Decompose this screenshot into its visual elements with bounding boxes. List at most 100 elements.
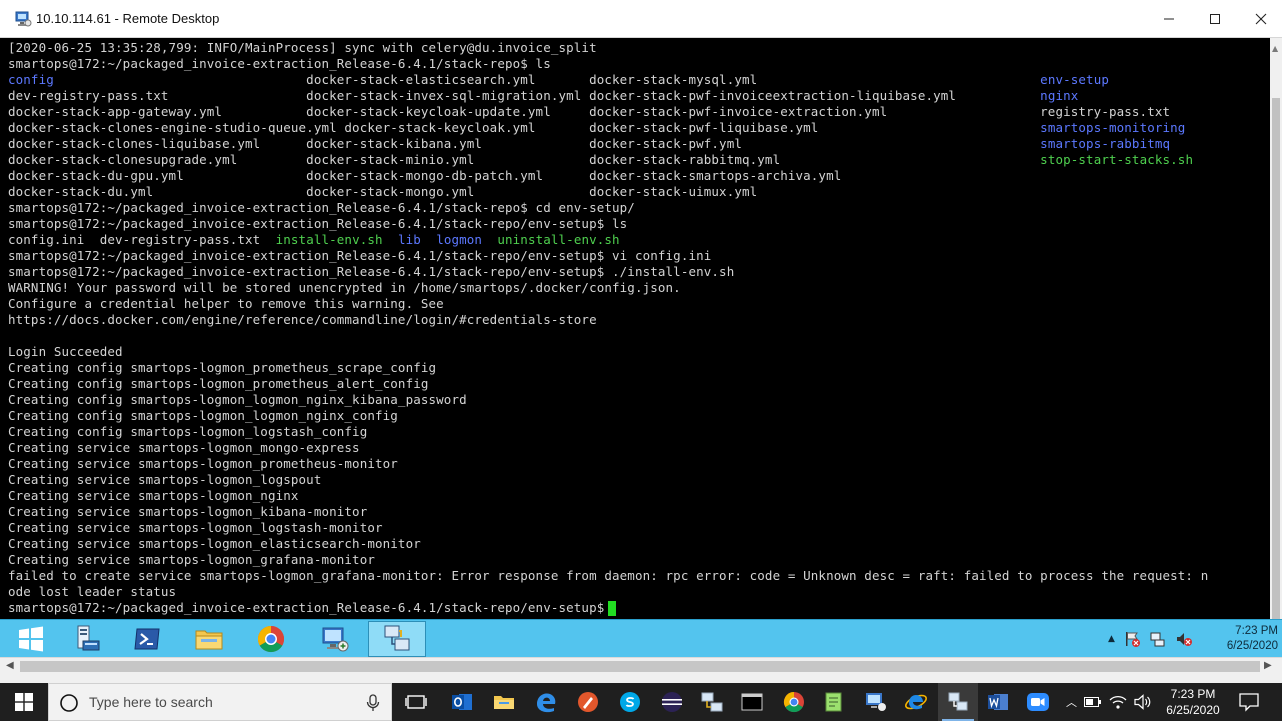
terminal-text: Creating config smartops-logmon_logmon_n…	[8, 408, 398, 423]
remote-file-explorer-button[interactable]	[180, 621, 238, 657]
terminal-text: docker-stack-clones-liquibase.yml docker…	[8, 136, 1041, 151]
volume-muted-icon[interactable]	[1175, 630, 1193, 648]
zoom-icon	[1027, 693, 1049, 711]
remote-desktop-icon	[866, 693, 886, 711]
remote-server-manager-button[interactable]	[58, 621, 116, 657]
remote-chrome-button[interactable]	[242, 621, 300, 657]
flag-alert-icon[interactable]	[1123, 630, 1141, 648]
terminal-line: smartops@172:~/packaged_invoice-extracti…	[8, 56, 1208, 72]
horizontal-scrollbar[interactable]: ◀ ▶	[0, 657, 1282, 675]
terminal-text: smartops@172:~/packaged_invoice-extracti…	[8, 200, 635, 215]
terminal-line: https://docs.docker.com/engine/reference…	[8, 312, 1208, 328]
search-box[interactable]: Type here to search	[48, 683, 392, 721]
search-placeholder: Type here to search	[89, 694, 213, 710]
minimize-icon	[1164, 18, 1174, 20]
chevron-up-icon[interactable]: ▲	[1108, 634, 1115, 644]
terminal-output[interactable]: [2020-06-25 13:35:28,799: INFO/MainProce…	[0, 38, 1270, 619]
horizontal-scroll-thumb[interactable]	[20, 661, 1260, 672]
scroll-right-icon[interactable]: ▶	[1264, 660, 1272, 671]
minimize-button[interactable]	[1146, 0, 1192, 38]
terminal-line: smartops@172:~/packaged_invoice-extracti…	[8, 248, 1208, 264]
taskbar-file-explorer[interactable]	[484, 683, 524, 721]
terminal-text: Creating config smartops-logmon_logmon_n…	[8, 392, 467, 407]
terminal-line: Creating service smartops-logmon_logspou…	[8, 472, 1208, 488]
terminal-text: logmon	[436, 232, 483, 247]
remote-clock[interactable]: 7:23 PM 6/25/2020	[1208, 624, 1278, 654]
terminal-text: Creating service smartops-logmon_logstas…	[8, 520, 383, 535]
remote-rdp-button[interactable]	[306, 621, 364, 657]
taskbar-skype[interactable]	[610, 683, 650, 721]
taskbar-terminal[interactable]	[732, 683, 772, 721]
eclipse-icon	[662, 692, 682, 712]
local-time: 7:23 PM	[1170, 687, 1216, 701]
terminal-line: smartops@172:~/packaged_invoice-extracti…	[8, 264, 1208, 280]
terminal-text: config.ini dev-registry-pass.txt	[8, 232, 276, 247]
terminal-line: Creating service smartops-logmon_mongo-e…	[8, 440, 1208, 456]
wifi-icon[interactable]	[1109, 694, 1127, 710]
taskbar-internet-explorer[interactable]	[896, 683, 936, 721]
speaker-icon[interactable]	[1134, 694, 1152, 710]
taskbar-notepad[interactable]	[814, 683, 854, 721]
taskbar-zoom[interactable]	[1018, 683, 1058, 721]
remote-system-tray: ▲	[1108, 630, 1193, 648]
terminal-text: WARNING! Your password will be stored un…	[8, 280, 681, 295]
remote-desktop-app-icon	[15, 11, 32, 27]
show-hidden-icons-icon[interactable]: ︿	[1066, 694, 1077, 710]
vertical-scrollbar[interactable]: ▲	[1270, 38, 1282, 638]
taskbar-chrome[interactable]	[774, 683, 814, 721]
scroll-up-icon[interactable]: ▲	[1272, 44, 1278, 53]
terminal-text: smartops@172:~/packaged_invoice-extracti…	[8, 56, 551, 71]
taskbar-eclipse[interactable]	[652, 683, 692, 721]
network-connection-icon	[701, 692, 723, 712]
title-bar[interactable]: 10.10.114.61 - Remote Desktop	[0, 0, 1282, 38]
taskbar-edge[interactable]	[526, 683, 566, 721]
notepad-icon	[825, 692, 842, 712]
start-button[interactable]	[0, 683, 48, 721]
taskbar-word[interactable]	[978, 683, 1018, 721]
close-button[interactable]	[1238, 0, 1282, 38]
terminal-line: Configure a credential helper to remove …	[8, 296, 1208, 312]
chrome-icon	[257, 625, 285, 653]
terminal-text: nginx	[1040, 88, 1079, 103]
remote-connection-icon	[948, 692, 968, 711]
remote-powershell-button[interactable]	[118, 621, 176, 657]
folder-icon	[494, 696, 514, 709]
taskbar-outlook[interactable]	[442, 683, 482, 721]
word-icon	[988, 694, 1008, 710]
close-icon	[1255, 13, 1267, 25]
taskbar-network[interactable]	[692, 683, 732, 721]
internet-explorer-icon	[905, 694, 927, 710]
search-icon	[60, 694, 78, 712]
local-taskbar: Type here to search ︿ 7:23 PM 6/25/2020	[0, 683, 1282, 721]
taskbar-pen-tool[interactable]	[568, 683, 608, 721]
taskbar-rdp-active[interactable]	[938, 683, 978, 721]
remote-start-button[interactable]	[2, 621, 60, 657]
remote-desktop-window: 10.10.114.61 - Remote Desktop [2020-06-2…	[0, 0, 1282, 683]
windows-logo-icon	[15, 693, 33, 711]
battery-icon[interactable]	[1084, 696, 1102, 708]
terminal-line: config docker-stack-elasticsearch.yml do…	[8, 72, 1208, 88]
terminal-text: smartops@172:~/packaged_invoice-extracti…	[8, 600, 605, 615]
network-icon[interactable]	[1149, 630, 1167, 648]
taskbar-remote-desktop[interactable]	[856, 683, 896, 721]
terminal-text: smartops-monitoring	[1040, 120, 1186, 135]
remote-network-button[interactable]	[368, 621, 426, 657]
terminal-text: https://docs.docker.com/engine/reference…	[8, 312, 597, 327]
terminal-text: smartops@172:~/packaged_invoice-extracti…	[8, 216, 628, 231]
scroll-left-icon[interactable]: ◀	[6, 660, 14, 671]
local-clock[interactable]: 7:23 PM 6/25/2020	[1156, 686, 1230, 718]
terminal-line: failed to create service smartops-logmon…	[8, 568, 1208, 584]
terminal-text: smartops@172:~/packaged_invoice-extracti…	[8, 248, 712, 263]
maximize-button[interactable]	[1192, 0, 1238, 38]
vertical-scroll-thumb[interactable]	[1272, 98, 1280, 638]
remote-taskbar: ▲ 7:23 PM 6/25/2020	[0, 619, 1282, 657]
terminal-line: Creating service smartops-logmon_elastic…	[8, 536, 1208, 552]
terminal-line: smartops@172:~/packaged_invoice-extracti…	[8, 200, 1208, 216]
microphone-icon[interactable]	[365, 694, 381, 712]
notification-center-icon[interactable]	[1238, 692, 1260, 712]
terminal-line: dev-registry-pass.txt docker-stack-invex…	[8, 88, 1208, 104]
task-view-button[interactable]	[396, 683, 436, 721]
